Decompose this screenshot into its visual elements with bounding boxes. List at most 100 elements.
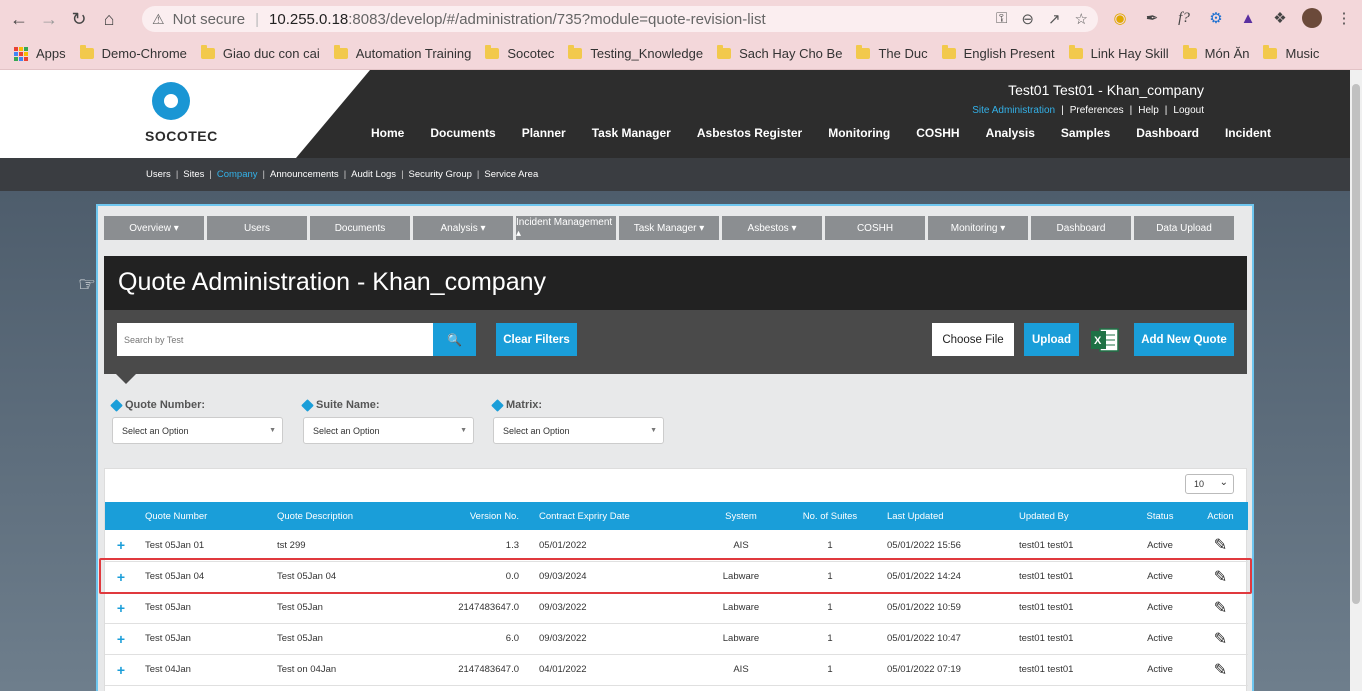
forward-icon[interactable]: → (38, 8, 60, 30)
tab-incident-management[interactable]: Incident Management ▴ (516, 216, 616, 240)
table-row[interactable]: + Test 05Jan Test 05Jan 6.0 09/03/2022 L… (105, 623, 1248, 655)
nav-planner[interactable]: Planner (509, 126, 579, 140)
tab-asbestos[interactable]: Asbestos ▾ (722, 216, 822, 240)
bookmark-folder[interactable]: Music (1263, 45, 1319, 61)
bookmark-folder[interactable]: Demo-Chrome (79, 45, 187, 61)
col-quote-description[interactable]: Quote Description (269, 502, 401, 530)
bookmark-folder[interactable]: Sach Hay Cho Be (717, 45, 842, 61)
tab-documents[interactable]: Documents (310, 216, 410, 240)
col-status[interactable]: Status (1127, 502, 1193, 530)
profile-avatar[interactable] (1302, 8, 1322, 28)
search-button[interactable]: 🔍 (433, 323, 476, 356)
expand-plus-icon[interactable]: + (105, 623, 137, 655)
extension-pen-icon[interactable]: ✒ (1142, 8, 1162, 28)
nav-documents[interactable]: Documents (417, 126, 508, 140)
tab-task-manager[interactable]: Task Manager ▾ (619, 216, 719, 240)
bookmark-folder[interactable]: Món Ăn (1182, 45, 1249, 61)
nav-home[interactable]: Home (358, 126, 417, 140)
star-icon[interactable]: ☆ (1075, 10, 1088, 28)
reload-icon[interactable]: ↻ (68, 8, 90, 30)
page-size-select[interactable]: 10 ⌄ (1185, 474, 1234, 494)
extensions-puzzle-icon[interactable]: ❖ (1270, 8, 1290, 28)
extension-badge-icon[interactable]: ▲ (1238, 8, 1258, 28)
bookmark-folder[interactable]: Link Hay Skill (1068, 45, 1169, 61)
col-version-no[interactable]: Version No. (401, 502, 531, 530)
tab-monitoring[interactable]: Monitoring ▾ (928, 216, 1028, 240)
bookmark-folder[interactable]: Socotec (485, 45, 554, 61)
tab-analysis[interactable]: Analysis ▾ (413, 216, 513, 240)
logo[interactable]: SOCOTEC (0, 70, 370, 158)
table-row[interactable]: + Test 05Jan Test 05Jan 2147483647.0 09/… (105, 592, 1248, 624)
edit-pencil-icon[interactable]: ✎ (1193, 561, 1248, 593)
nav-coshh[interactable]: COSHH (903, 126, 972, 140)
add-new-quote-button[interactable]: Add New Quote (1134, 323, 1234, 356)
quote-number-select[interactable]: Select an Option ▼ (112, 417, 283, 444)
col-no-of-suites[interactable]: No. of Suites (781, 502, 879, 530)
tab-coshh[interactable]: COSHH (825, 216, 925, 240)
table-row[interactable]: + Test 05Jan 04 Test 05Jan 04 0.0 09/03/… (105, 561, 1248, 593)
tab-data-upload[interactable]: Data Upload (1134, 216, 1234, 240)
back-icon[interactable]: ← (8, 8, 30, 30)
upload-button[interactable]: Upload (1024, 323, 1079, 356)
subnav-users[interactable]: Users (146, 169, 171, 180)
nav-samples[interactable]: Samples (1048, 126, 1123, 140)
preferences-link[interactable]: Preferences (1070, 105, 1124, 116)
bookmark-apps[interactable]: Apps (14, 46, 66, 61)
bookmark-folder[interactable]: Automation Training (333, 45, 471, 61)
col-last-updated[interactable]: Last Updated (879, 502, 1011, 530)
nav-monitoring[interactable]: Monitoring (815, 126, 903, 140)
col-updated-by[interactable]: Updated By (1011, 502, 1127, 530)
col-contract-expiry-date[interactable]: Contract Expriry Date (531, 502, 701, 530)
logout-link[interactable]: Logout (1173, 105, 1204, 116)
nav-asbestos-register[interactable]: Asbestos Register (684, 126, 815, 140)
extension-clock-icon[interactable]: ◉ (1110, 8, 1130, 28)
expand-plus-icon[interactable]: + (105, 561, 137, 593)
edit-pencil-icon[interactable]: ✎ (1193, 530, 1248, 562)
expand-plus-icon[interactable]: + (105, 592, 137, 624)
home-icon[interactable]: ⌂ (98, 8, 120, 30)
edit-pencil-icon[interactable]: ✎ (1193, 623, 1248, 655)
extension-gear-icon[interactable]: ⚙ (1206, 8, 1226, 28)
matrix-select[interactable]: Select an Option ▼ (493, 417, 664, 444)
help-link[interactable]: Help (1138, 105, 1159, 116)
extension-fx-icon[interactable]: f? (1174, 8, 1194, 28)
key-icon[interactable]: ⚿ (996, 10, 1007, 28)
expand-plus-icon[interactable]: + (105, 530, 137, 562)
excel-export-icon[interactable]: X (1090, 327, 1120, 353)
scrollbar-thumb[interactable] (1352, 84, 1360, 604)
bookmark-folder[interactable]: English Present (941, 45, 1055, 61)
clear-filters-button[interactable]: Clear Filters (496, 323, 577, 356)
page-scrollbar[interactable] (1350, 70, 1362, 691)
table-row[interactable]: + Test 05Jan 01 tst 299 1.3 05/01/2022 A… (105, 530, 1248, 562)
nav-dashboard[interactable]: Dashboard (1123, 126, 1212, 140)
menu-icon[interactable]: ⋮ (1334, 8, 1354, 28)
nav-incident[interactable]: Incident (1212, 126, 1284, 140)
subnav-service-area[interactable]: Service Area (484, 169, 538, 180)
col-quote-number[interactable]: Quote Number (137, 502, 269, 530)
site-administration-link[interactable]: Site Administration (972, 105, 1055, 116)
bookmark-folder[interactable]: The Duc (856, 45, 928, 61)
nav-task-manager[interactable]: Task Manager (579, 126, 684, 140)
tab-overview[interactable]: Overview ▾ (104, 216, 204, 240)
subnav-audit-logs[interactable]: Audit Logs (351, 169, 396, 180)
bookmark-folder[interactable]: Testing_Knowledge (568, 45, 703, 61)
tab-dashboard[interactable]: Dashboard (1031, 216, 1131, 240)
table-row[interactable]: + Test 04Jan Test on 04Jan 2147483647.0 … (105, 654, 1248, 686)
zoom-icon[interactable]: ⊖ (1021, 10, 1034, 28)
col-system[interactable]: System (701, 502, 781, 530)
search-input[interactable] (117, 323, 433, 356)
share-icon[interactable]: ↗ (1048, 10, 1061, 28)
address-bar[interactable]: ⚠ Not secure | 10.255.0.18:8083/develop/… (142, 6, 1098, 32)
tab-users[interactable]: Users (207, 216, 307, 240)
subnav-announcements[interactable]: Announcements (270, 169, 339, 180)
expand-plus-icon[interactable]: + (105, 654, 137, 686)
bookmark-folder[interactable]: Giao duc con cai (200, 45, 320, 61)
nav-analysis[interactable]: Analysis (973, 126, 1048, 140)
subnav-security-group[interactable]: Security Group (409, 169, 472, 180)
choose-file-button[interactable]: Choose File (932, 323, 1014, 356)
subnav-company[interactable]: Company (217, 169, 258, 180)
suite-name-select[interactable]: Select an Option ▼ (303, 417, 474, 444)
subnav-sites[interactable]: Sites (183, 169, 204, 180)
edit-pencil-icon[interactable]: ✎ (1193, 592, 1248, 624)
edit-pencil-icon[interactable]: ✎ (1193, 654, 1248, 686)
